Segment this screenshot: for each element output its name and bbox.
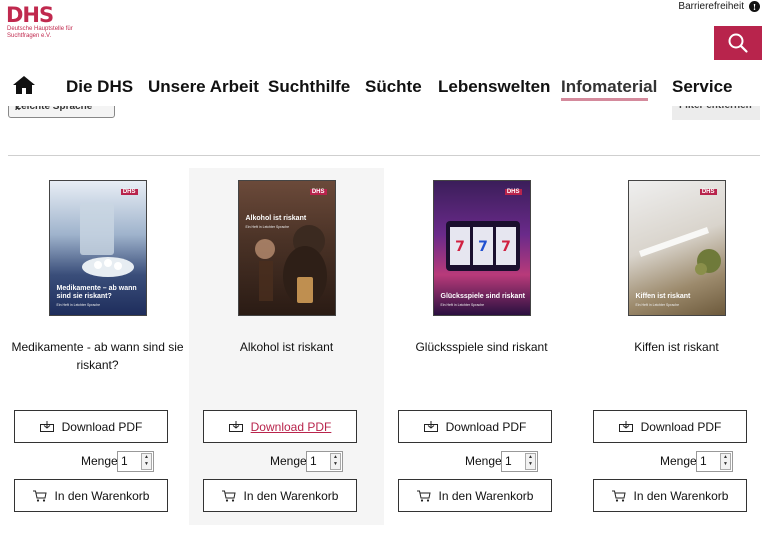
- quantity-value: 1: [505, 454, 512, 468]
- cover-title: Medikamente – ab wann sind sie riskant?: [56, 285, 137, 300]
- accessibility-label: Barrierefreiheit: [678, 1, 744, 12]
- quantity-value: 1: [700, 454, 707, 468]
- cover-logo: DHS: [504, 189, 522, 195]
- product-card: DHS Medikamente – ab wann sind sie riska…: [0, 168, 195, 525]
- spinner-arrows-icon[interactable]: ▲ ▼: [720, 453, 731, 470]
- cover-title: Alkohol ist riskant: [245, 215, 307, 222]
- product-title[interactable]: Medikamente - ab wann sind sie riskant?: [10, 338, 185, 374]
- add-to-cart-label: In den Warenkorb: [438, 488, 534, 503]
- download-icon: [618, 421, 633, 432]
- quantity-stepper[interactable]: 1 ▲ ▼: [501, 451, 538, 472]
- product-cover-image[interactable]: DHS Kiffen ist riskant Ein Heft in Leich…: [627, 180, 726, 316]
- nav-item-suechte[interactable]: Süchte: [365, 77, 422, 97]
- quantity-label: Menge: [81, 454, 118, 468]
- cover-title: Kiffen ist riskant: [635, 293, 691, 300]
- nav-item-infomaterial[interactable]: Infomaterial: [561, 77, 657, 97]
- cover-subtitle: Ein Heft in Leichter Sprache: [245, 225, 290, 229]
- nav-item-suchthilfe[interactable]: Suchthilfe: [268, 77, 350, 97]
- quantity-row: Menge 1 ▲ ▼: [0, 451, 195, 473]
- quantity-row: Menge 1 ▲ ▼: [384, 451, 579, 473]
- download-pdf-label: Download PDF: [61, 419, 143, 434]
- cart-icon: [416, 490, 431, 502]
- home-icon[interactable]: [12, 74, 36, 96]
- product-title[interactable]: Alkohol ist riskant: [199, 338, 374, 356]
- info-icon: !: [749, 1, 760, 12]
- quantity-label: Menge: [270, 454, 307, 468]
- download-pdf-button[interactable]: Download PDF: [398, 410, 552, 443]
- quantity-value: 1: [121, 454, 128, 468]
- product-card: DHS Alkohol ist riskant Ein Heft in Leic…: [189, 168, 384, 525]
- add-to-cart-label: In den Warenkorb: [633, 488, 729, 503]
- active-nav-indicator: [561, 98, 648, 101]
- quantity-label: Menge: [465, 454, 502, 468]
- download-pdf-label: Download PDF: [250, 419, 332, 434]
- content-divider: [8, 155, 760, 156]
- logo-subtitle: Deutsche Hauptstelle für Suchtfragen e.V…: [7, 26, 73, 39]
- add-to-cart-button[interactable]: In den Warenkorb: [593, 479, 747, 512]
- spinner-arrows-icon[interactable]: ▲ ▼: [525, 453, 536, 470]
- nav-item-die-dhs[interactable]: Die DHS: [66, 77, 133, 97]
- quantity-stepper[interactable]: 1 ▲ ▼: [696, 451, 733, 472]
- cart-icon: [611, 490, 626, 502]
- search-icon: [728, 33, 748, 53]
- svg-text:7: 7: [455, 239, 465, 255]
- quantity-row: Menge 1 ▲ ▼: [189, 451, 384, 473]
- download-icon: [423, 421, 438, 432]
- download-pdf-label: Download PDF: [640, 419, 722, 434]
- download-icon: [39, 421, 54, 432]
- add-to-cart-label: In den Warenkorb: [243, 488, 339, 503]
- add-to-cart-label: In den Warenkorb: [54, 488, 150, 503]
- cover-logo: DHS: [699, 189, 717, 195]
- quantity-stepper[interactable]: 1 ▲ ▼: [306, 451, 343, 472]
- product-cover-image[interactable]: DHS Alkohol ist riskant Ein Heft in Leic…: [237, 180, 336, 316]
- add-to-cart-button[interactable]: In den Warenkorb: [398, 479, 552, 512]
- cover-title: Glücksspiele sind riskant: [440, 293, 525, 300]
- add-to-cart-button[interactable]: In den Warenkorb: [203, 479, 357, 512]
- main-nav: Die DHS Unsere Arbeit Suchthilfe Süchte …: [0, 72, 768, 106]
- cover-subtitle: Ein Heft in Leichter Sprache: [635, 303, 680, 307]
- dhs-logo[interactable]: DHS Deutsche Hauptstelle für Suchtfragen…: [6, 4, 76, 44]
- alcohol-illustration: [254, 225, 327, 306]
- product-title[interactable]: Kiffen ist riskant: [589, 338, 764, 356]
- cover-logo: DHS: [309, 189, 327, 195]
- logo-mark: DHS: [6, 3, 54, 27]
- quantity-value: 1: [310, 454, 317, 468]
- spinner-arrows-icon[interactable]: ▲ ▼: [330, 453, 341, 470]
- download-icon: [228, 421, 243, 432]
- quantity-label: Menge: [660, 454, 697, 468]
- cover-subtitle: Ein Heft in Leichter Sprache: [56, 303, 101, 307]
- product-cover-image[interactable]: DHS Medikamente – ab wann sind sie riska…: [48, 180, 147, 316]
- download-pdf-button[interactable]: Download PDF: [203, 410, 357, 443]
- nav-item-service[interactable]: Service: [672, 77, 733, 97]
- quantity-row: Menge 1 ▲ ▼: [579, 451, 768, 473]
- cover-logo: DHS: [120, 189, 138, 195]
- product-cover-image[interactable]: 7 7 7 DHS Glücksspiele sind riskant Ein …: [432, 180, 531, 316]
- product-card: DHS Kiffen ist riskant Ein Heft in Leich…: [579, 168, 768, 525]
- quantity-stepper[interactable]: 1 ▲ ▼: [117, 451, 154, 472]
- cart-icon: [32, 490, 47, 502]
- accessibility-link[interactable]: Barrierefreiheit !: [678, 1, 760, 12]
- cart-icon: [221, 490, 236, 502]
- product-title[interactable]: Glücksspiele sind riskant: [394, 338, 569, 356]
- spinner-arrows-icon[interactable]: ▲ ▼: [141, 453, 152, 470]
- download-pdf-button[interactable]: Download PDF: [14, 410, 168, 443]
- svg-text:7: 7: [478, 239, 488, 255]
- nav-item-unsere-arbeit[interactable]: Unsere Arbeit: [148, 77, 259, 97]
- svg-text:7: 7: [501, 239, 511, 255]
- product-card: 7 7 7 DHS Glücksspiele sind riskant Ein …: [384, 168, 579, 525]
- search-button[interactable]: [714, 26, 762, 60]
- nav-item-lebenswelten[interactable]: Lebenswelten: [438, 77, 550, 97]
- cover-subtitle: Ein Heft in Leichter Sprache: [440, 303, 485, 307]
- download-pdf-button[interactable]: Download PDF: [593, 410, 747, 443]
- add-to-cart-button[interactable]: In den Warenkorb: [14, 479, 168, 512]
- download-pdf-label: Download PDF: [445, 419, 527, 434]
